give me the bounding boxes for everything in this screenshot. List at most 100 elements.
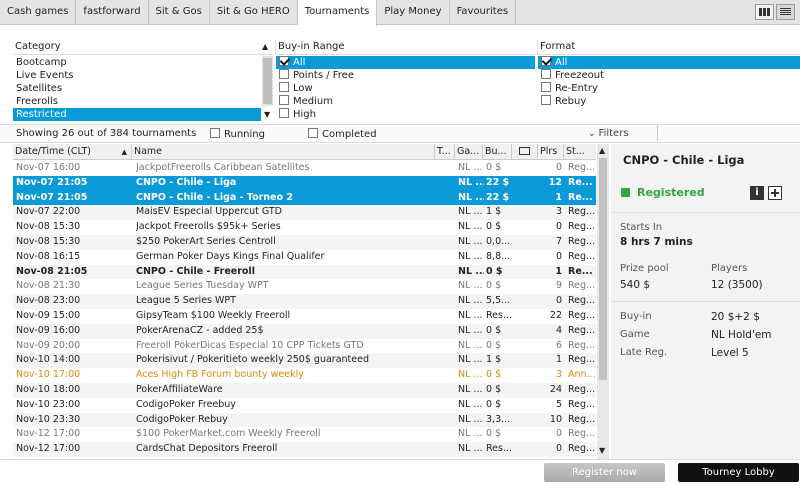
- cell-name: CodigoPoker Rebuy: [136, 413, 228, 425]
- table-row[interactable]: Nov-09 20:00 Freeroll PokerDicas Especial…: [13, 339, 596, 354]
- lobby-icon[interactable]: [768, 186, 782, 200]
- cell-name: CodigoPoker Freebuy: [136, 398, 236, 410]
- table-row[interactable]: Nov-08 21:05 CNPO - Chile - Freeroll NL ..…: [13, 264, 596, 280]
- category-scrollbar[interactable]: [262, 56, 273, 106]
- buyin-option[interactable]: Low: [276, 82, 535, 95]
- cell-buyin: 0 $: [486, 221, 502, 233]
- cell-buyin: 0 $: [486, 369, 502, 381]
- cell-game: NL ...: [458, 250, 483, 262]
- col-buyin[interactable]: Bu...: [483, 144, 512, 160]
- format-option[interactable]: Freezeout: [538, 69, 800, 82]
- buyin-checkbox[interactable]: [279, 108, 289, 118]
- table-row[interactable]: Nov-08 21:30 League Series Tuesday WPT NL …: [13, 279, 596, 294]
- col-date-label: Date/Time (CLT): [15, 146, 92, 157]
- format-list: All Freezeout Re-Entry Rebuy: [538, 56, 800, 122]
- cell-buyin: 0 $: [486, 339, 502, 351]
- col-tables[interactable]: [512, 144, 538, 160]
- cell-game: NL ...: [458, 221, 483, 233]
- table-row[interactable]: Nov-10 23:30 CodigoPoker Rebuy NL ... 3,3..…: [13, 412, 596, 428]
- table-row[interactable]: Nov-09 15:00 GipsyTeam $100 Weekly Freero…: [13, 309, 596, 324]
- category-item[interactable]: Bootcamp: [13, 56, 261, 69]
- buyin-option[interactable]: High: [276, 108, 535, 121]
- buyin-checkbox[interactable]: [279, 69, 289, 79]
- game-label: Game: [620, 329, 650, 340]
- col-status[interactable]: St...: [564, 144, 596, 160]
- cell-status: Reg...: [568, 384, 596, 395]
- cell-plrs: 7: [555, 236, 562, 247]
- format-checkbox[interactable]: [541, 95, 551, 105]
- category-item[interactable]: Restricted: [13, 108, 261, 121]
- tab-favourites[interactable]: Favourites: [450, 0, 517, 25]
- table-row[interactable]: Nov-09 16:00 PokerArenaCZ - added 25$ NL .…: [13, 323, 596, 339]
- format-option[interactable]: Re-Entry: [538, 82, 800, 95]
- tab-play-money[interactable]: Play Money: [377, 0, 450, 25]
- format-checkbox[interactable]: [541, 56, 551, 66]
- table-row[interactable]: Nov-07 16:00 JackpotFreerolls Caribbean S…: [13, 161, 596, 176]
- buyin-checkbox[interactable]: [279, 56, 289, 66]
- table-row[interactable]: Nov-10 23:00 CodigoPoker Freebuy NL ... 0 $…: [13, 398, 596, 413]
- scroll-down-icon[interactable]: ▼: [599, 446, 605, 455]
- buyin-option-label: High: [293, 109, 316, 120]
- running-checkbox[interactable]: Running: [210, 128, 265, 140]
- buyin-option[interactable]: Medium: [276, 95, 535, 108]
- format-option-label: Rebuy: [555, 96, 587, 107]
- buyin-checkbox[interactable]: [279, 82, 289, 92]
- table-row[interactable]: Nov-08 15:30 Jackpot Freerolls $95k+ Seri…: [13, 220, 596, 235]
- cell-plrs: 6: [555, 339, 562, 351]
- col-game[interactable]: Ga...: [455, 144, 483, 160]
- tab-fastforward[interactable]: fastforward: [76, 0, 149, 25]
- running-checkbox-box[interactable]: [210, 128, 220, 138]
- cell-status: Reg...: [568, 295, 596, 307]
- tab-cash-games[interactable]: Cash games: [0, 0, 77, 25]
- table-row[interactable]: Nov-08 15:30 $250 PokerArt Series Centrol…: [13, 235, 596, 250]
- col-date[interactable]: Date/Time (CLT) ▲: [13, 144, 132, 160]
- table-row[interactable]: Nov-08 16:15 German Poker Days Kings Fina…: [13, 250, 596, 265]
- table-scrollbar[interactable]: ▲ ▼: [597, 144, 609, 459]
- table-row[interactable]: Nov-08 23:00 League 5 Series WPT NL ... 5,5…: [13, 294, 596, 309]
- scroll-up-icon[interactable]: ▲: [599, 146, 605, 155]
- completed-checkbox[interactable]: Completed: [308, 128, 377, 140]
- scroll-up-icon[interactable]: ▲: [262, 40, 268, 54]
- cell-date: Nov-10 17:00: [16, 369, 81, 381]
- buyin-option[interactable]: All: [276, 56, 535, 69]
- info-icon[interactable]: i: [750, 186, 764, 200]
- category-item[interactable]: Freerolls: [13, 95, 261, 108]
- tab-sit-go-hero[interactable]: Sit & Go HERO: [210, 0, 298, 25]
- table-row[interactable]: Nov-10 14:00 Pokerisivut / Pokeritieto we…: [13, 353, 596, 369]
- table-row[interactable]: Nov-12 17:00 CardsChat Depositors Freerol…: [13, 442, 596, 457]
- tab-tournaments[interactable]: Tournaments: [297, 0, 378, 26]
- format-checkbox[interactable]: [541, 82, 551, 92]
- cell-status: Reg...: [568, 398, 596, 410]
- col-name[interactable]: Name: [132, 144, 435, 160]
- scroll-down-icon[interactable]: ▼: [264, 110, 270, 119]
- format-option[interactable]: All: [538, 56, 800, 69]
- category-item[interactable]: Satellites: [13, 82, 261, 95]
- table-row[interactable]: Nov-07 21:05 CNPO - Chile - Liga - Torneo…: [13, 190, 596, 206]
- col-type[interactable]: T...: [435, 144, 455, 160]
- list-view-button[interactable]: [776, 4, 795, 20]
- cell-status: Reg...: [568, 413, 596, 425]
- tourney-lobby-button[interactable]: Tourney Lobby: [678, 463, 799, 482]
- table-scrollbar-thumb[interactable]: [599, 158, 607, 380]
- table-row[interactable]: Nov-07 22:00 MaisEV Especial Uppercut GTD…: [13, 205, 596, 221]
- table-row[interactable]: Nov-12 17:00 $100 PokerMarket.com Weekly …: [13, 427, 596, 442]
- table-row[interactable]: Nov-10 18:00 PokerAffiliateWare NL ... 0 $ 2…: [13, 383, 596, 398]
- format-checkbox[interactable]: [541, 69, 551, 79]
- grid-view-button[interactable]: [755, 4, 774, 20]
- table-row[interactable]: Nov-10 17:00 Aces High FB Forum bounty we…: [13, 368, 596, 383]
- buyin-option[interactable]: Points / Free: [276, 69, 535, 82]
- filters-toggle[interactable]: ⌄ Filters: [586, 125, 658, 142]
- tab-sit-gos[interactable]: Sit & Gos: [149, 0, 210, 25]
- category-scrollbar-thumb[interactable]: [263, 58, 272, 104]
- cell-name: MaisEV Especial Uppercut GTD: [136, 206, 282, 218]
- format-option[interactable]: Rebuy: [538, 95, 800, 108]
- filters-label: Filters: [598, 128, 629, 139]
- completed-checkbox-box[interactable]: [308, 128, 318, 138]
- category-item[interactable]: Live Events: [13, 69, 261, 82]
- table-row[interactable]: Nov-07 21:05 CNPO - Chile - Liga NL ... 22 …: [13, 175, 596, 191]
- register-now-button[interactable]: Register now: [544, 463, 665, 482]
- col-players-label: Plrs: [540, 146, 558, 157]
- cell-name: CNPO - Chile - Liga: [136, 176, 237, 188]
- col-players[interactable]: Plrs: [538, 144, 564, 160]
- buyin-checkbox[interactable]: [279, 95, 289, 105]
